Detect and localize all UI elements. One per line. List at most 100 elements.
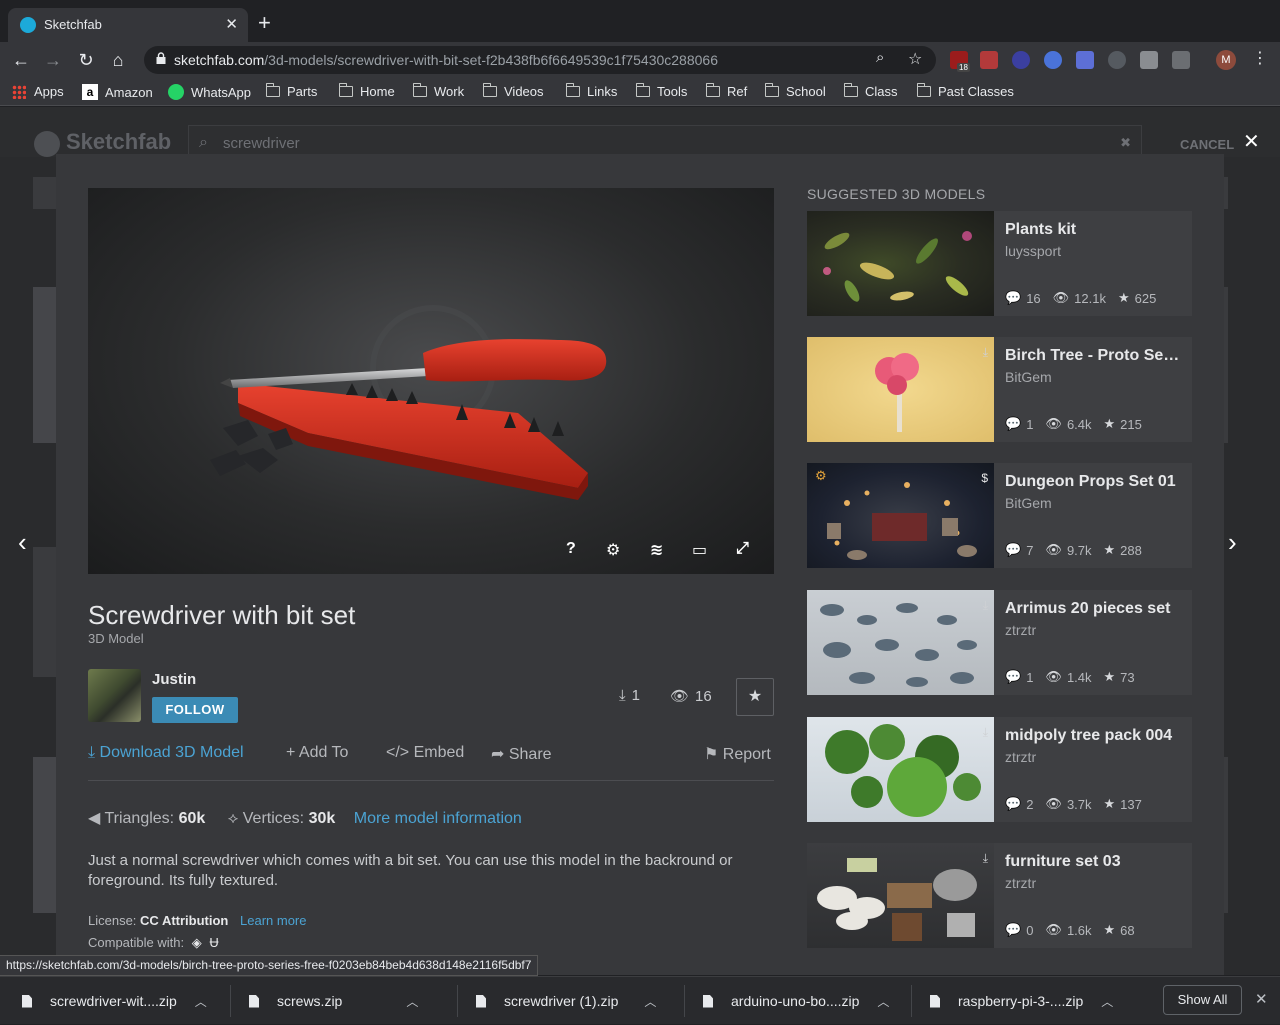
author-avatar[interactable]	[88, 669, 141, 722]
chevron-up-icon[interactable]: ︿	[195, 993, 207, 1010]
download-item[interactable]: raspberry-pi-3-....zip ︿	[930, 977, 1113, 1025]
download-item[interactable]: arduino-uno-bo....zip ︿	[703, 977, 889, 1025]
license-value[interactable]: CC Attribution	[140, 913, 228, 928]
home-icon[interactable]: ⌂	[105, 48, 131, 72]
bookmark-star-icon[interactable]: ☆	[908, 49, 922, 69]
status-bar-url: https://sketchfab.com/3d-models/birch-tr…	[0, 955, 539, 976]
bookmark-ref[interactable]: Ref	[705, 83, 747, 99]
add-to-button[interactable]: + Add To	[286, 744, 348, 762]
suggested-model-stats: 💬 2 👁 3.7k ★ 137	[1005, 796, 1154, 812]
suggested-model-author[interactable]: luyssport	[1005, 243, 1061, 259]
chevron-up-icon[interactable]: ︿	[1101, 993, 1113, 1010]
new-tab-button[interactable]: +	[258, 12, 271, 34]
help-icon[interactable]: ?	[566, 540, 576, 558]
reload-icon[interactable]: ↻	[73, 48, 99, 72]
downloadable-icon: ⤓	[982, 851, 988, 865]
zoom-icon[interactable]: ⌕	[876, 49, 884, 66]
suggested-model-card[interactable]: ⤓ midpoly tree pack 004 ztrztr 💬 2 👁 3.7k …	[807, 717, 1192, 822]
comment-count: 1	[1026, 416, 1034, 432]
bookmark-class[interactable]: Class	[843, 83, 898, 99]
bookmark-links[interactable]: Links	[565, 83, 617, 99]
model-thumbnail: ⤓	[807, 590, 994, 695]
fullscreen-icon[interactable]: ⤢	[736, 540, 749, 558]
bookmark-videos[interactable]: Videos	[482, 83, 544, 99]
download-icon: ⤓	[619, 687, 626, 704]
folder-icon	[764, 83, 779, 97]
clear-search-icon[interactable]: ✖	[1120, 135, 1131, 151]
chevron-up-icon[interactable]: ︿	[877, 993, 889, 1010]
suggested-model-card[interactable]: ⤓ Birch Tree - Proto Seri... BitGem 💬 1 👁…	[807, 337, 1192, 442]
cancel-button[interactable]: CANCEL	[1180, 137, 1234, 152]
suggested-model-card[interactable]: ⤓ furniture set 03 ztrztr 💬 0 👁 1.6k ★ 68	[807, 843, 1192, 948]
license-row: License: CC Attribution Learn more	[88, 913, 306, 928]
camera-extension-icon[interactable]	[1140, 51, 1158, 69]
suggested-model-author[interactable]: BitGem	[1005, 495, 1052, 511]
vertices-value: 30k	[308, 810, 336, 827]
close-overlay-icon[interactable]: ✕	[1243, 129, 1260, 154]
follow-button[interactable]: FOLLOW	[152, 697, 238, 723]
model-viewer[interactable]: ? ⚙ ≋ ▭ ⤢	[88, 188, 774, 574]
suggested-model-name[interactable]: Dungeon Props Set 01	[1005, 473, 1185, 491]
learn-more-link[interactable]: Learn more	[240, 913, 306, 928]
tab-close-icon[interactable]: ✕	[225, 15, 238, 33]
layers-icon[interactable]: ≋	[650, 540, 663, 560]
bookmark-whatsapp[interactable]: WhatsApp	[168, 84, 251, 100]
star-icon: ★	[1103, 416, 1116, 431]
forward-arrow-icon[interactable]: →	[40, 48, 66, 72]
bookmark-school[interactable]: School	[764, 83, 826, 99]
bookmark-parts[interactable]: Parts	[265, 83, 317, 99]
suggested-model-author[interactable]: BitGem	[1005, 369, 1052, 385]
extension-icon-5[interactable]	[1076, 51, 1094, 69]
plants-thumbnail-art	[823, 231, 972, 302]
share-button[interactable]: ➦ Share	[491, 744, 552, 764]
embed-button[interactable]: </> Embed	[386, 744, 464, 762]
extension-icon-8[interactable]	[1172, 51, 1190, 69]
extension-icon-3[interactable]	[1012, 51, 1030, 69]
address-bar[interactable]: sketchfab.com/3d-models/screwdriver-with…	[144, 46, 936, 74]
suggested-model-card[interactable]: ⚙ $ Dungeon Props Set 01 BitGem 💬 7 👁 9.7k…	[807, 463, 1192, 568]
suggested-model-name[interactable]: Plants kit	[1005, 221, 1185, 239]
chevron-up-icon[interactable]: ︿	[406, 993, 418, 1010]
next-model-arrow-icon[interactable]: ›	[1228, 527, 1237, 558]
vr-headset-icon[interactable]: ▭	[692, 540, 707, 560]
more-model-information-link[interactable]: More model information	[354, 810, 522, 827]
download-3d-model-link[interactable]: ⤓ Download 3D Model	[88, 744, 244, 762]
bookmark-tools[interactable]: Tools	[635, 83, 687, 99]
extension-icon-4[interactable]	[1044, 51, 1062, 69]
extension-icon-2[interactable]	[980, 51, 998, 69]
bookmark-past-classes[interactable]: Past Classes	[916, 83, 1014, 99]
staff-pick-icon: ⚙	[815, 468, 827, 483]
suggested-model-name[interactable]: Birch Tree - Proto Seri...	[1005, 347, 1185, 365]
like-star-button[interactable]: ★	[736, 678, 774, 716]
close-downloads-shelf-icon[interactable]: ✕	[1255, 990, 1268, 1008]
author-name[interactable]: Justin	[152, 671, 196, 688]
report-button[interactable]: ⚑ Report	[704, 744, 771, 764]
download-item[interactable]: screws.zip ︿	[249, 977, 418, 1025]
tab-sketchfab[interactable]: Sketchfab ✕	[8, 8, 248, 42]
suggested-model-card[interactable]: ⤓ Arrimus 20 pieces set ztrztr 💬 1 👁 1.4k …	[807, 590, 1192, 695]
chevron-up-icon[interactable]: ︿	[644, 993, 656, 1010]
suggested-model-name[interactable]: furniture set 03	[1005, 853, 1185, 871]
bookmark-amazon[interactable]: a Amazon	[82, 84, 153, 100]
suggested-model-name[interactable]: midpoly tree pack 004	[1005, 727, 1185, 745]
suggested-model-author[interactable]: ztrztr	[1005, 875, 1036, 891]
settings-gear-icon[interactable]: ⚙	[606, 540, 620, 560]
bookmark-home[interactable]: Home	[338, 83, 395, 99]
suggested-model-author[interactable]: ztrztr	[1005, 622, 1036, 638]
browser-menu-icon[interactable]: ⋮	[1252, 48, 1268, 68]
back-arrow-icon[interactable]: ←	[8, 48, 34, 72]
download-item[interactable]: screwdriver (1).zip ︿	[476, 977, 656, 1025]
download-item[interactable]: screwdriver-wit....zip ︿	[22, 977, 207, 1025]
bookmark-work[interactable]: Work	[412, 83, 464, 99]
bookmark-apps[interactable]: Apps	[12, 84, 64, 99]
profile-avatar[interactable]: M	[1216, 50, 1236, 70]
extension-icon-6[interactable]	[1108, 51, 1126, 69]
page-content: Sketchfab ⌕ screwdriver ✖ CANCEL ✕ ‹ › ?…	[0, 107, 1280, 975]
suggested-model-name[interactable]: Arrimus 20 pieces set	[1005, 600, 1185, 618]
show-all-downloads-button[interactable]: Show All	[1163, 985, 1242, 1015]
suggested-model-author[interactable]: ztrztr	[1005, 749, 1036, 765]
comment-count: 16	[1026, 290, 1041, 306]
bookmark-label: Home	[360, 84, 395, 99]
previous-model-arrow-icon[interactable]: ‹	[18, 527, 27, 558]
suggested-model-card[interactable]: Plants kit luyssport 💬 16 👁 12.1k ★ 625	[807, 211, 1192, 316]
